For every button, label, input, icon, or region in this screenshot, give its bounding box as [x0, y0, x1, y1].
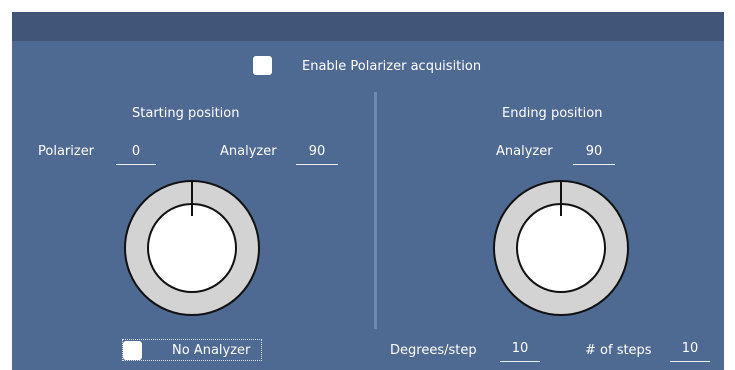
section-divider	[374, 92, 377, 329]
ending-analyzer-field[interactable]: 90	[573, 144, 615, 165]
num-steps-label: # of steps	[585, 343, 652, 358]
degrees-per-step-label: Degrees/step	[390, 343, 477, 358]
starting-analyzer-label: Analyzer	[220, 144, 277, 159]
starting-polarizer-field[interactable]: 0	[116, 144, 156, 165]
num-steps-field[interactable]: 10	[670, 341, 710, 362]
no-analyzer-label[interactable]: No Analyzer	[172, 343, 250, 358]
panel-header-bar	[12, 12, 724, 41]
starting-polarizer-label: Polarizer	[38, 144, 95, 159]
dial-face	[147, 203, 237, 293]
ending-analyzer-label: Analyzer	[496, 144, 553, 159]
enable-polarizer-checkbox[interactable]	[253, 56, 272, 75]
ending-position-title: Ending position	[502, 106, 603, 121]
starting-position-dial[interactable]	[124, 180, 260, 316]
no-analyzer-checkbox[interactable]	[123, 341, 142, 360]
polarizer-settings-panel: Enable Polarizer acquisition Starting po…	[12, 12, 724, 370]
degrees-per-step-field[interactable]: 10	[500, 341, 540, 362]
ending-position-dial[interactable]	[493, 180, 629, 316]
enable-polarizer-label[interactable]: Enable Polarizer acquisition	[302, 59, 481, 74]
starting-analyzer-field[interactable]: 90	[296, 144, 338, 165]
dial-face	[516, 203, 606, 293]
starting-position-title: Starting position	[132, 106, 240, 121]
